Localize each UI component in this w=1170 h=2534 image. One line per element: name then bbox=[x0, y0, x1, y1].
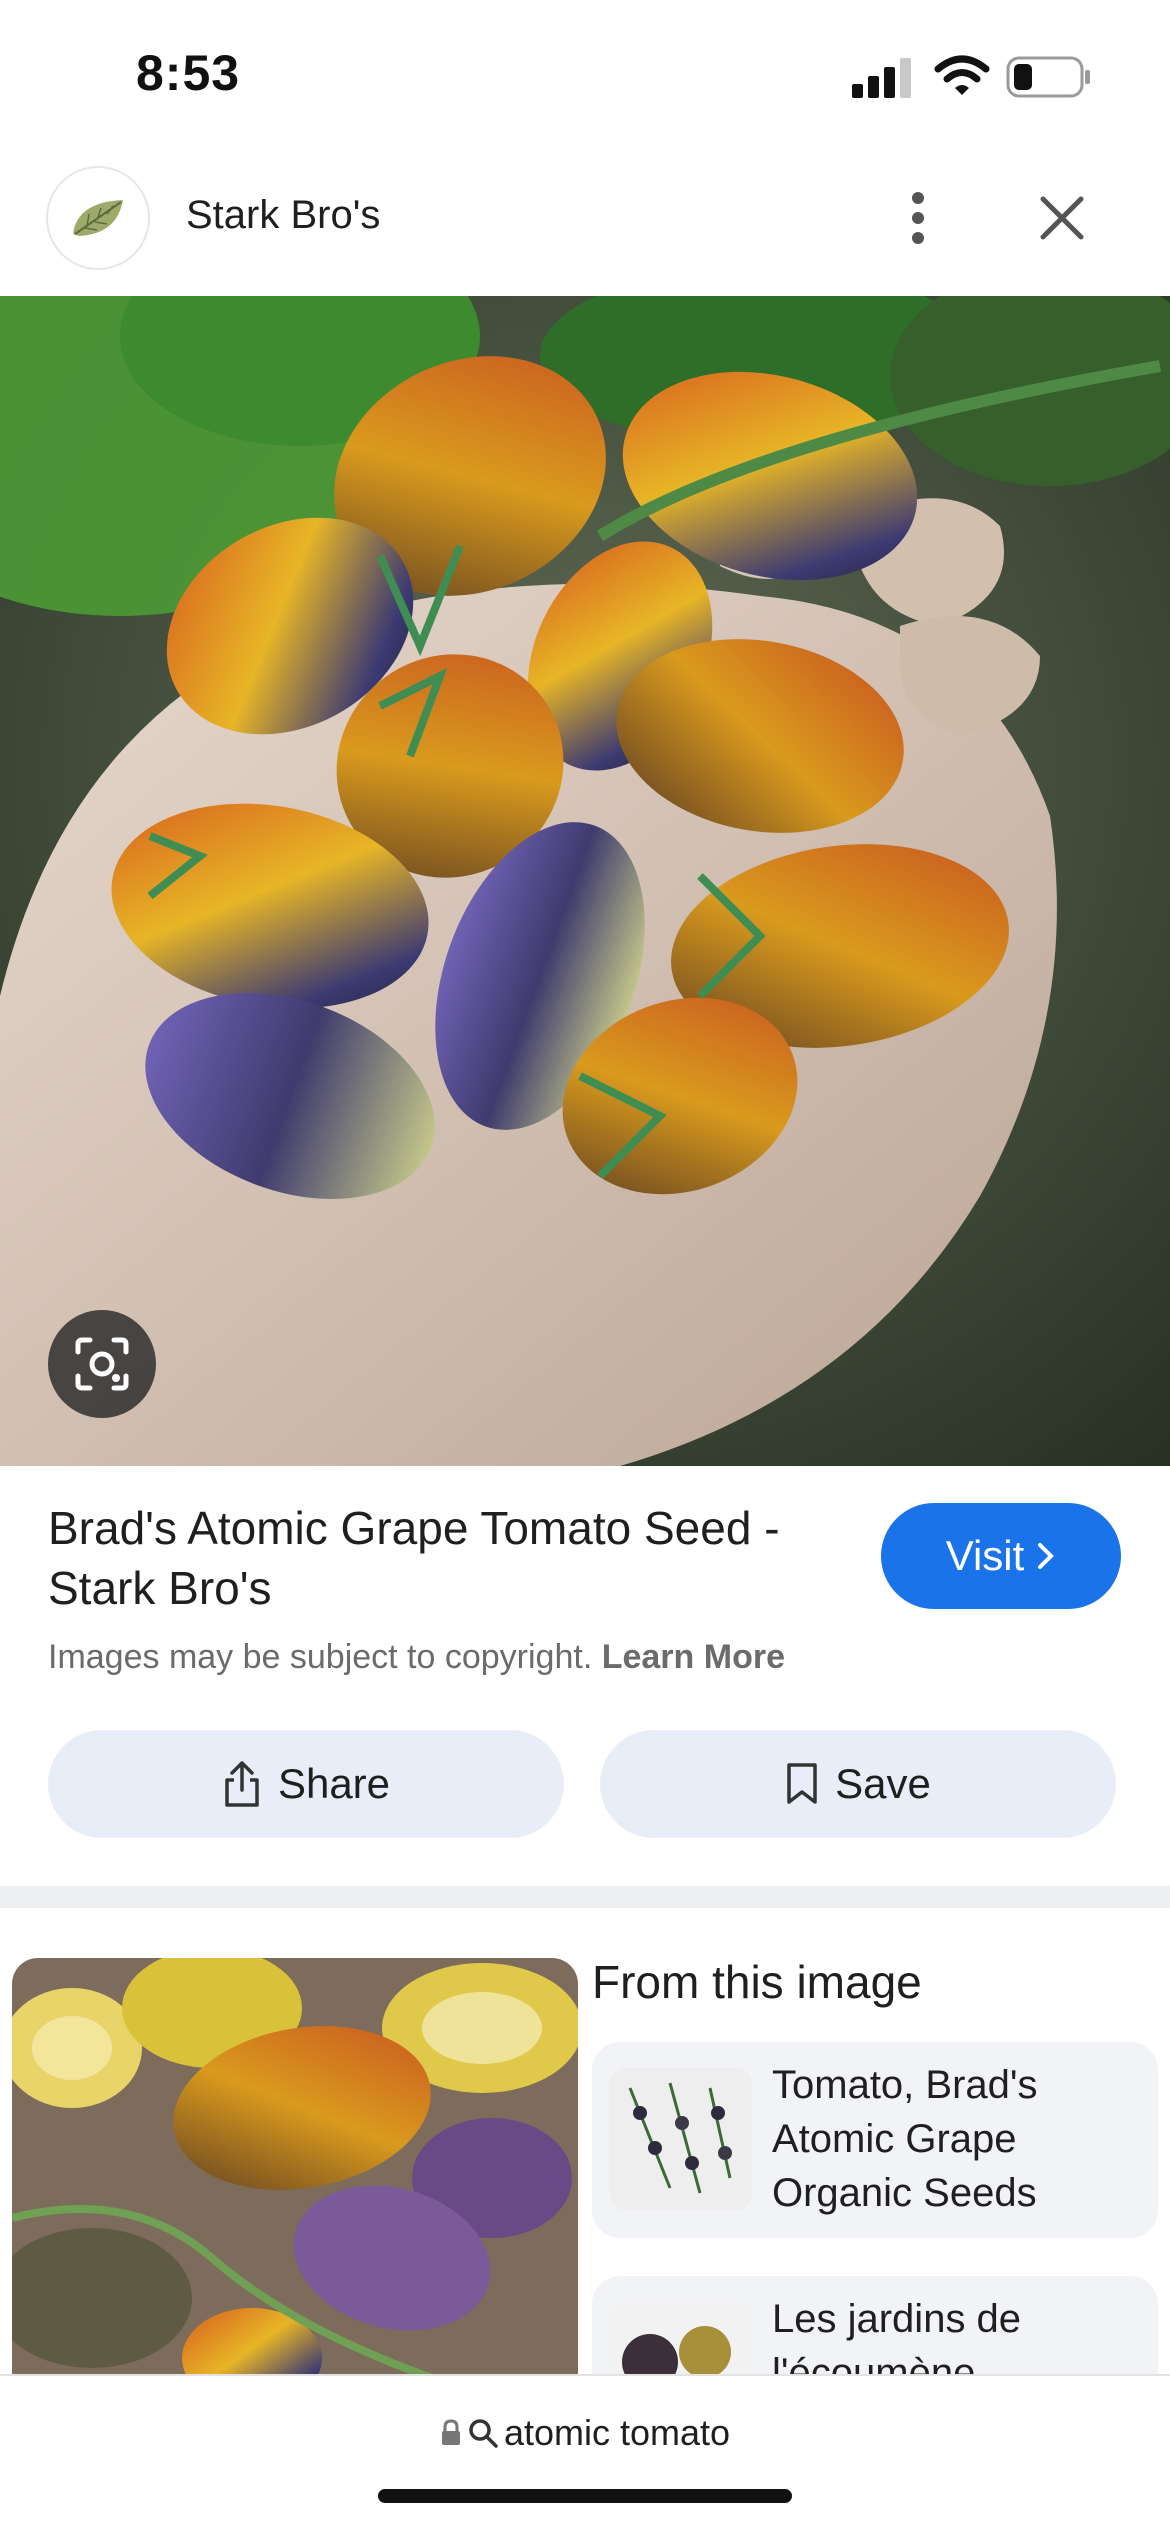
leaf-logo-icon bbox=[73, 200, 123, 236]
battery-icon bbox=[1006, 56, 1090, 98]
status-time: 8:53 bbox=[136, 45, 241, 101]
learn-more-link[interactable]: Learn More bbox=[602, 1638, 785, 1676]
main-image[interactable] bbox=[0, 296, 1170, 1466]
result-title[interactable]: Brad's Atomic Grape Tomato Seed - Stark … bbox=[48, 1498, 848, 1618]
related-item[interactable]: Tomato, Brad's Atomic Grape Organic Seed… bbox=[592, 2042, 1158, 2238]
related-image[interactable] bbox=[12, 1958, 578, 2398]
chevron-right-icon bbox=[1038, 1543, 1055, 1569]
lock-icon bbox=[441, 2419, 460, 2445]
save-button[interactable]: Save bbox=[600, 1730, 1116, 1838]
site-avatar[interactable] bbox=[48, 168, 148, 268]
visit-button[interactable]: Visit bbox=[881, 1503, 1121, 1609]
share-label: Share bbox=[277, 1760, 391, 1807]
share-icon bbox=[225, 1761, 259, 1807]
related-item-label: Tomato, Brad's Atomic Grape Organic Seed… bbox=[772, 2063, 1038, 2215]
related-heading: From this image bbox=[592, 1956, 922, 2008]
site-name[interactable]: Stark Bro's bbox=[186, 193, 380, 238]
visit-label: Visit bbox=[945, 1532, 1025, 1579]
search-query: atomic tomato bbox=[503, 2412, 731, 2453]
lens-search-icon[interactable] bbox=[48, 1310, 156, 1418]
home-indicator[interactable] bbox=[378, 2489, 792, 2503]
bottom-bar bbox=[0, 2374, 1170, 2534]
wifi-icon bbox=[934, 55, 990, 95]
related-thumbnail bbox=[610, 2068, 752, 2210]
copyright-notice: Images may be subject to copyright. Lear… bbox=[48, 1638, 785, 1677]
cell-signal-icon bbox=[852, 58, 911, 98]
search-icon bbox=[469, 2419, 498, 2448]
section-divider bbox=[0, 1886, 1170, 1908]
more-options-icon[interactable] bbox=[888, 180, 948, 256]
copyright-text: Images may be subject to copyright. bbox=[48, 1638, 593, 1676]
search-query-bar[interactable]: atomic tomato bbox=[0, 2412, 1170, 2454]
save-label: Save bbox=[835, 1760, 931, 1807]
close-icon[interactable] bbox=[1030, 186, 1094, 250]
share-button[interactable]: Share bbox=[48, 1730, 564, 1838]
bookmark-icon bbox=[787, 1763, 817, 1804]
